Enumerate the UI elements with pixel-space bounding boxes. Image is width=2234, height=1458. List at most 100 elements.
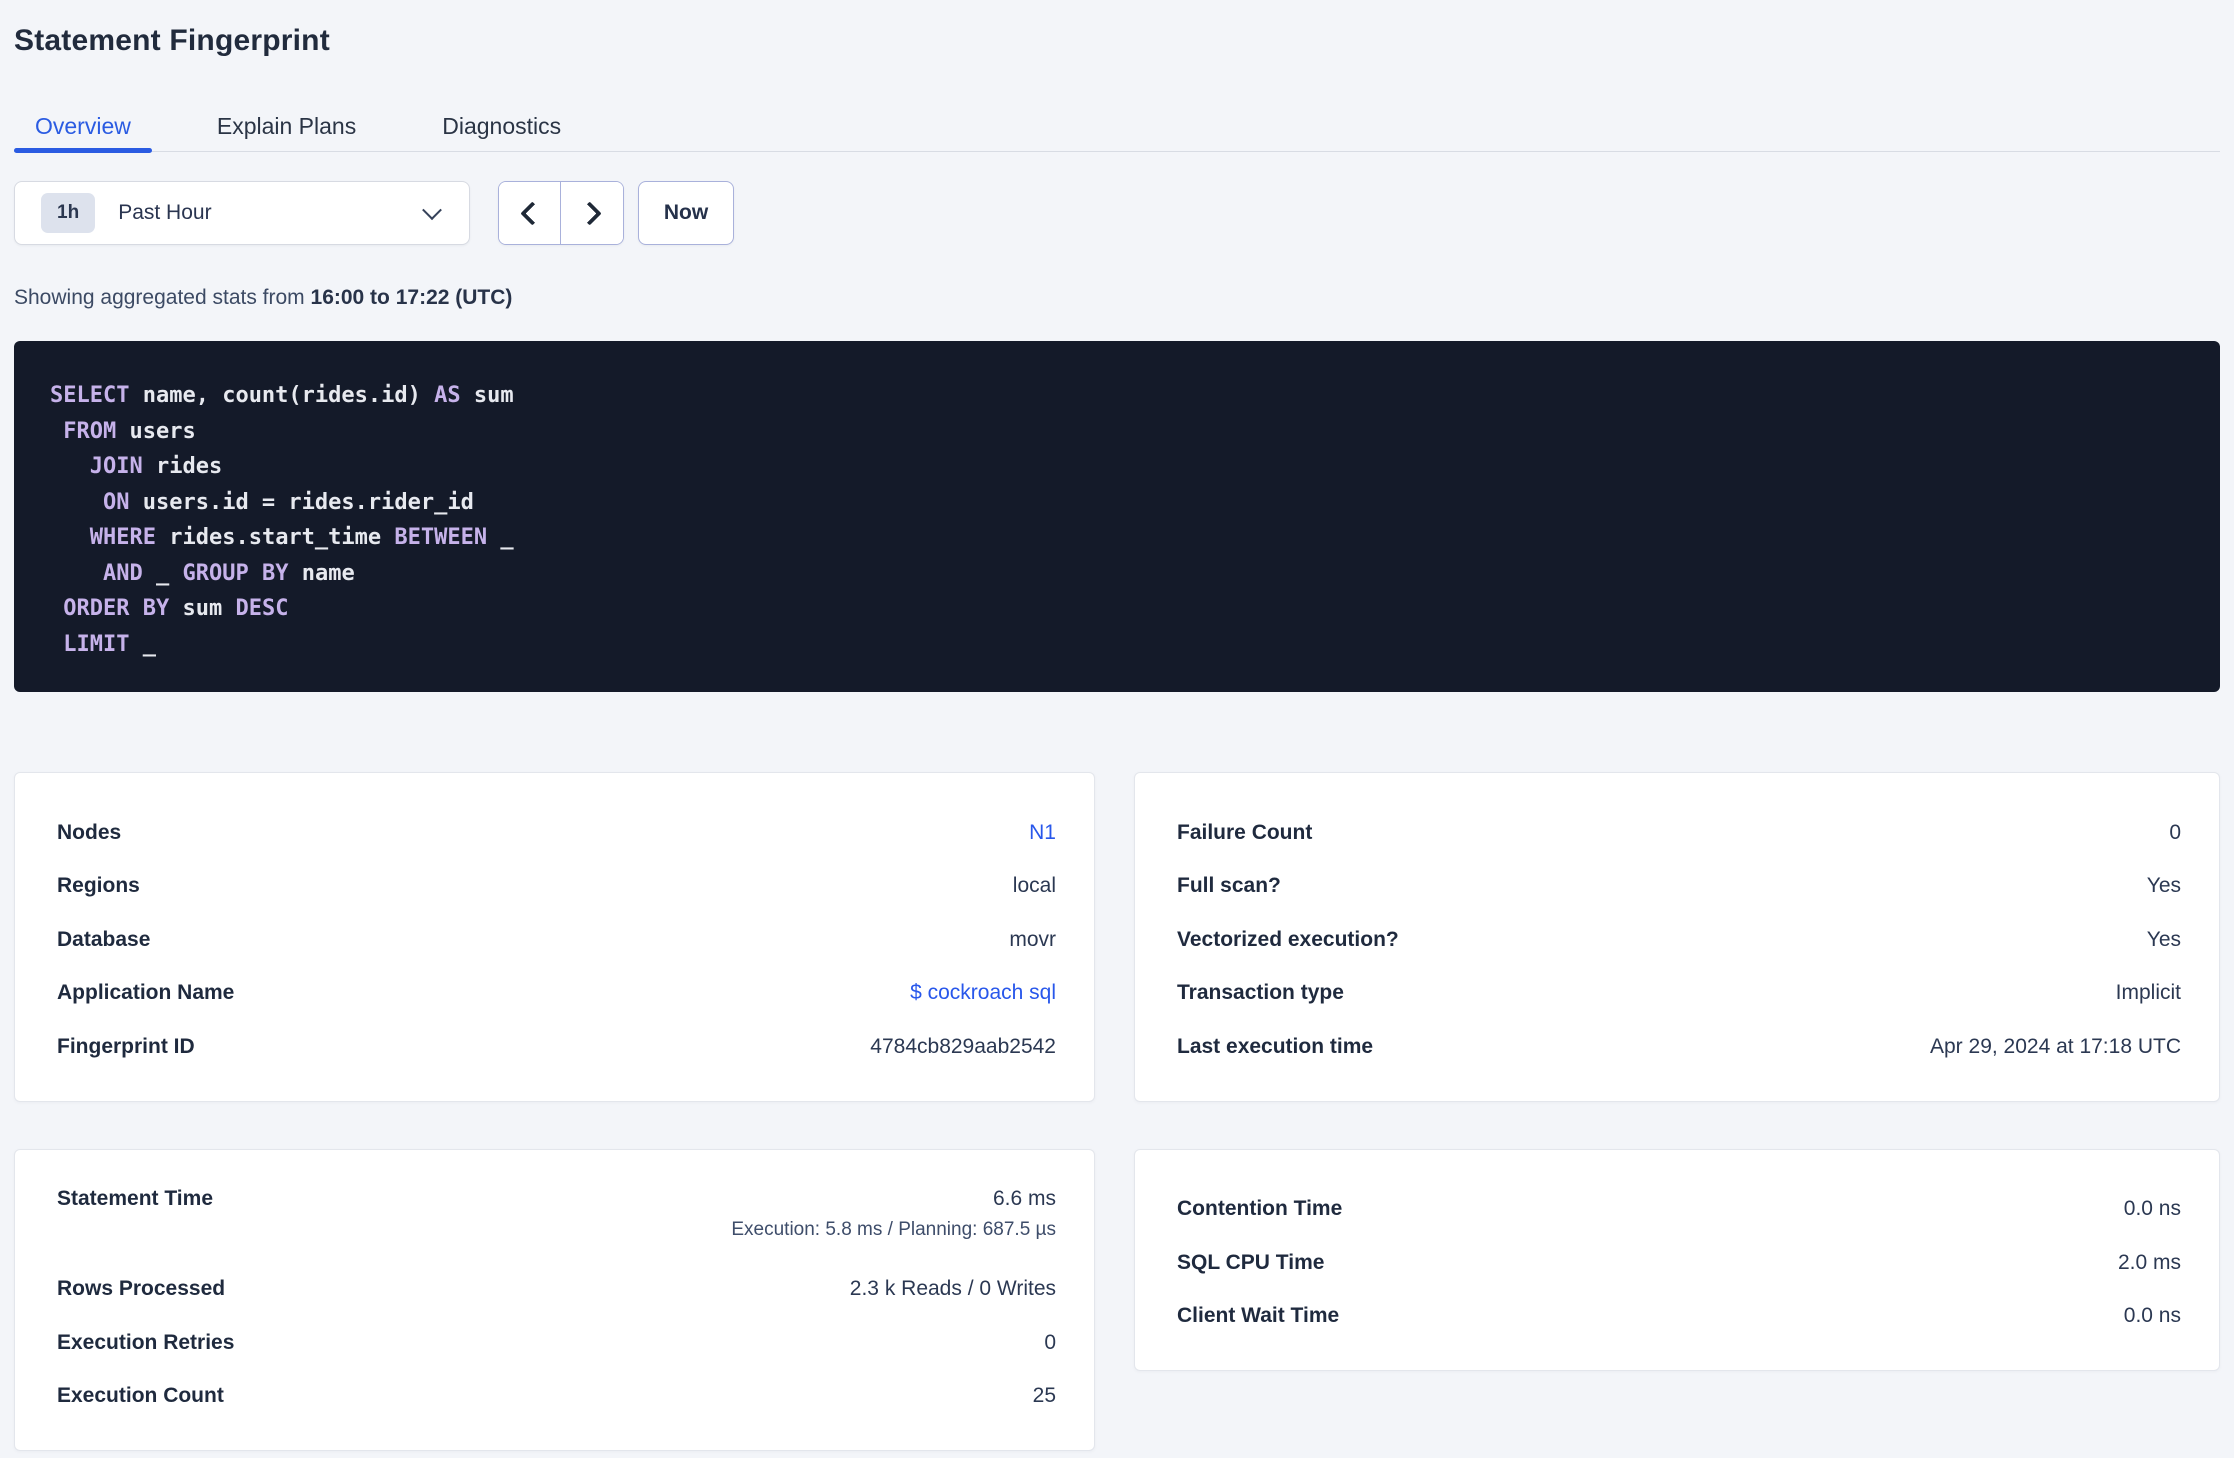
row-value-wrap: movr: [1009, 924, 1056, 956]
row-label: Last execution time: [1177, 1034, 1374, 1058]
tab-diagnostics[interactable]: Diagnostics: [421, 112, 582, 151]
row-value: Yes: [2146, 927, 2181, 951]
page-title: Statement Fingerprint: [14, 24, 330, 57]
row-value: 0: [2169, 820, 2181, 844]
card-row: Statement Time 6.6 ms Execution: 5.8 ms / …: [57, 1183, 1056, 1263]
card-row: Contention Time 0.0 ns: [1177, 1183, 2181, 1237]
row-label: Rows Processed: [57, 1277, 226, 1301]
row-value: 0.0 ns: [2123, 1197, 2181, 1221]
sql-keyword: WHERE: [89, 525, 156, 550]
sql-keyword: AS: [434, 383, 461, 408]
next-time-button[interactable]: [561, 182, 623, 244]
sql-code-line: LIMIT _: [50, 627, 2184, 663]
row-value: Implicit: [2115, 981, 2181, 1005]
card-row: Regions local: [57, 860, 1056, 914]
row-value: 6.6 ms: [992, 1186, 1056, 1210]
tab-diagnostics-label: Diagnostics: [442, 113, 562, 139]
sql-keyword: DESC: [235, 596, 289, 621]
row-label: Statement Time: [57, 1186, 213, 1210]
row-value: Yes: [2146, 874, 2181, 898]
wait-time-card: Contention Time 0.0 ns SQL CPU Time 2.0 ms C…: [1134, 1148, 2220, 1371]
card-row: Last execution time Apr 29, 2024 at 17:18…: [1177, 1020, 2181, 1074]
row-value-wrap: 0: [1044, 1327, 1056, 1359]
row-value-wrap: N1: [1029, 817, 1056, 849]
sql-text: rides.start_time: [155, 525, 395, 550]
row-value: 25: [1032, 1384, 1056, 1408]
chevron-right-icon: [577, 200, 602, 226]
row-value-wrap: 25: [1033, 1380, 1056, 1412]
sql-keyword: FROM: [63, 418, 117, 444]
sql-keyword: GROUP: [182, 560, 249, 586]
sql-keyword: BY: [142, 596, 170, 621]
row-label: Application Name: [57, 981, 235, 1005]
sql-text: users.id = rides.rider_id: [129, 489, 474, 515]
now-button[interactable]: Now: [638, 181, 734, 245]
row-value-wrap: 4784cb829aab2542: [870, 1031, 1056, 1063]
sql-keyword: AND: [102, 560, 143, 586]
row-value-wrap: 2.0 ms: [2118, 1247, 2181, 1279]
row-value-link[interactable]: N1: [1029, 817, 1056, 849]
chevron-down-icon: [422, 200, 442, 221]
statement-timing-card: Statement Time 6.6 ms Execution: 5.8 ms / …: [14, 1148, 1095, 1451]
time-controls: 1h Past Hour Now: [14, 181, 2220, 245]
time-range-badge: 1h: [41, 193, 96, 233]
card-row: Application Name $ cockroach sql: [57, 967, 1056, 1021]
sql-text: _: [142, 560, 183, 586]
sql-statement-box: SELECT name, count(rides.id) AS sum FROM…: [14, 341, 2220, 692]
sql-keyword: ON: [102, 489, 130, 515]
card-row: Fingerprint ID 4784cb829aab2542: [57, 1020, 1056, 1074]
prev-time-button[interactable]: [499, 182, 561, 244]
tab-bar: Overview Explain Plans Diagnostics: [14, 112, 2220, 153]
tab-explain-plans[interactable]: Explain Plans: [196, 112, 377, 151]
card-row: SQL CPU Time 2.0 ms: [1177, 1236, 2181, 1290]
execution-attributes-card: Failure Count 0 Full scan? Yes Vectorized ex…: [1134, 772, 2220, 1102]
row-label: Execution Retries: [57, 1330, 235, 1354]
row-label: Fingerprint ID: [57, 1034, 195, 1058]
row-label: Execution Count: [57, 1384, 224, 1408]
sql-text: rides: [142, 454, 223, 479]
row-value-wrap: 0.0 ns: [2124, 1300, 2181, 1332]
sql-code-line: WHERE rides.start_time BETWEEN _: [50, 520, 2184, 556]
card-row: Failure Count 0: [1177, 806, 2181, 860]
sql-text: _: [487, 525, 514, 550]
sql-text: sum: [169, 596, 236, 621]
tab-overview[interactable]: Overview: [14, 112, 152, 153]
sql-text: name, count(rides.id): [129, 383, 435, 408]
row-label: Database: [57, 927, 151, 951]
row-value-wrap: local: [1013, 870, 1056, 902]
stats-summary: Showing aggregated stats from 16:00 to 1…: [14, 285, 2220, 311]
sql-keyword: BETWEEN: [394, 525, 488, 550]
row-label: SQL CPU Time: [1177, 1250, 1325, 1274]
card-row: Client Wait Time 0.0 ns: [1177, 1290, 2181, 1344]
sql-text: _: [129, 631, 156, 657]
time-range-picker[interactable]: 1h Past Hour: [14, 181, 470, 245]
row-value-link[interactable]: $ cockroach sql: [910, 977, 1056, 1009]
row-label: Client Wait Time: [1177, 1304, 1340, 1328]
chevron-left-icon: [520, 200, 545, 226]
sql-keyword: ORDER: [63, 596, 130, 621]
row-label: Failure Count: [1177, 820, 1313, 844]
card-row: Full scan? Yes: [1177, 860, 2181, 914]
row-value: 4784cb829aab2542: [870, 1034, 1056, 1058]
row-label: Contention Time: [1177, 1197, 1343, 1221]
card-row: Transaction type Implicit: [1177, 967, 2181, 1021]
row-value-wrap: Apr 29, 2024 at 17:18 UTC: [1930, 1031, 2181, 1063]
row-value-wrap: Yes: [2147, 924, 2181, 956]
card-row: Execution Count 25: [57, 1370, 1056, 1424]
card-row: Execution Retries 0: [57, 1316, 1056, 1370]
row-value-wrap: 6.6 ms Execution: 5.8 ms / Planning: 687.…: [731, 1183, 1056, 1245]
row-value-wrap: 0.0 ns: [2124, 1193, 2181, 1225]
row-value: local: [1012, 874, 1056, 898]
sql-code-line: JOIN rides: [50, 449, 2184, 485]
row-label: Transaction type: [1177, 981, 1344, 1005]
sql-code-line: ORDER BY sum DESC: [50, 591, 2184, 627]
row-value-wrap: Yes: [2147, 870, 2181, 902]
sql-code-line: ON users.id = rides.rider_id: [50, 485, 2184, 521]
row-label: Nodes: [57, 820, 122, 844]
card-row: Vectorized execution? Yes: [1177, 913, 2181, 967]
